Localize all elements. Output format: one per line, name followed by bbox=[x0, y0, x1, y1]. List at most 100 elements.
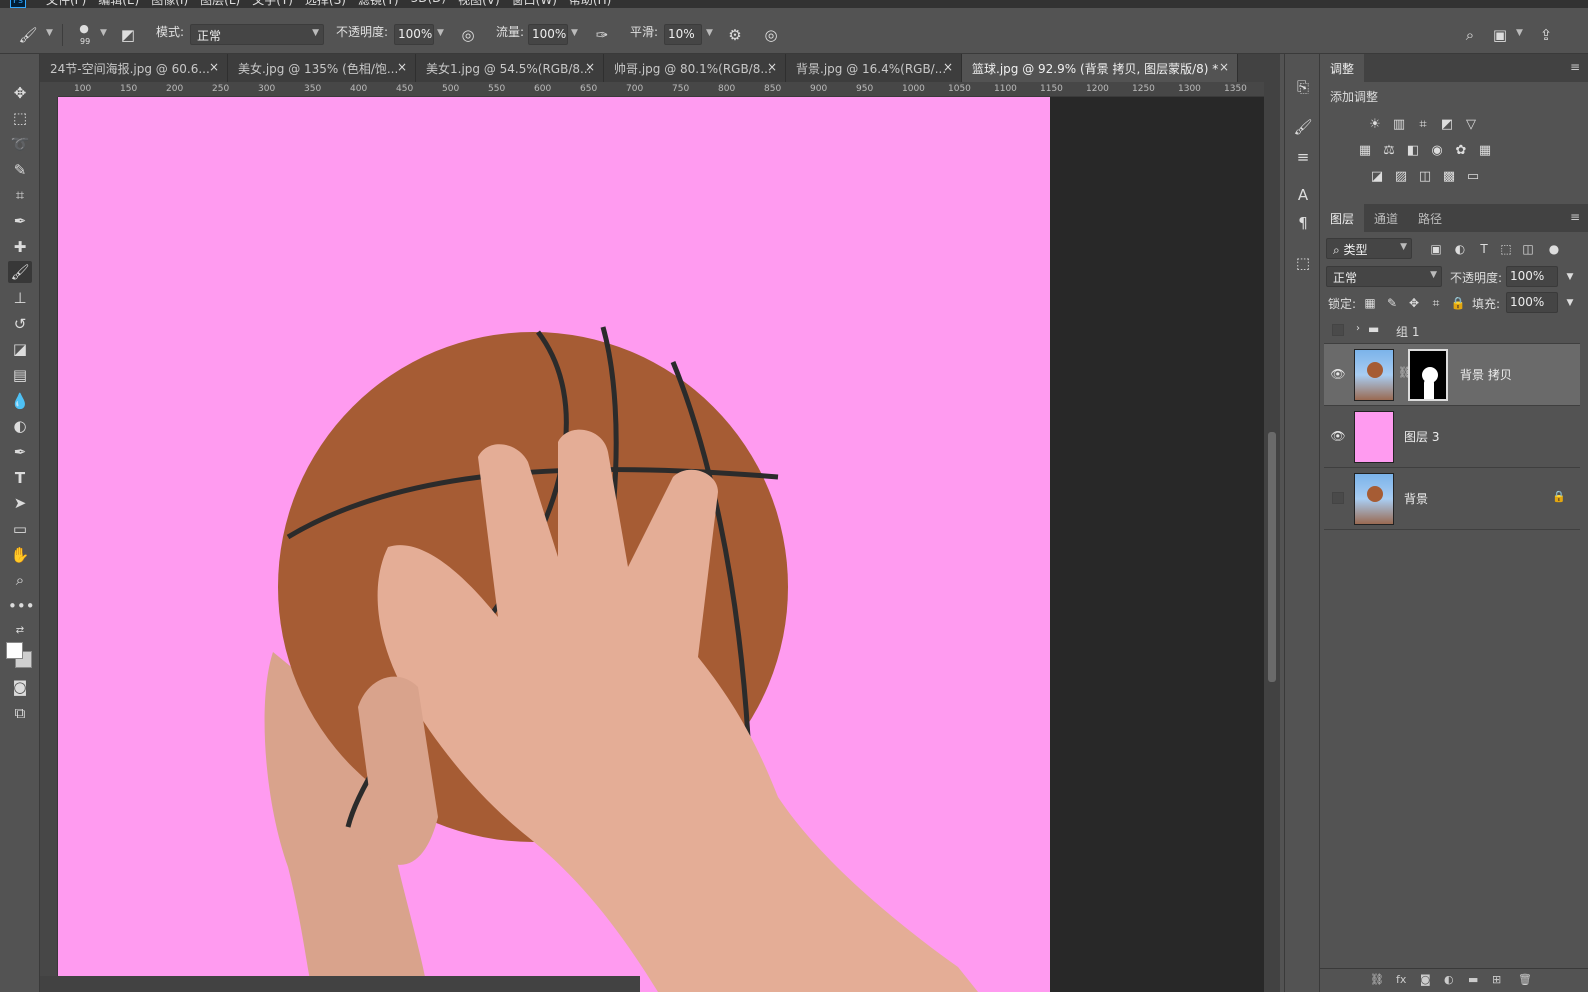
chevron-down-icon[interactable]: ▼ bbox=[437, 28, 444, 38]
link-layers-icon[interactable]: ⛓ bbox=[1370, 973, 1384, 986]
curves-icon[interactable]: ⌗ bbox=[1414, 116, 1432, 134]
vibrance-icon[interactable]: ▽ bbox=[1462, 116, 1480, 134]
new-adjustment-icon[interactable]: ◐ bbox=[1444, 973, 1454, 986]
eye-icon[interactable]: 👁 bbox=[1330, 428, 1346, 444]
share-icon[interactable]: ⇪ bbox=[1536, 25, 1556, 45]
filter-kind-select[interactable]: ⌕ 类型 ▼ bbox=[1326, 238, 1412, 259]
swap-colors-icon[interactable]: ⇄ bbox=[8, 620, 32, 642]
filter-type-icon[interactable]: T bbox=[1476, 241, 1492, 257]
horizontal-ruler[interactable]: 100 150 200 250 300 350 400 450 500 550 600 650 700 7… bbox=[58, 82, 1264, 97]
panel-menu-icon[interactable]: ≡ bbox=[1570, 210, 1580, 224]
pen-tool-icon[interactable]: ✒ bbox=[8, 441, 32, 463]
new-layer-icon[interactable]: ⊞ bbox=[1492, 973, 1501, 986]
layer-row-layer-3[interactable]: 👁 图层 3 bbox=[1324, 406, 1580, 468]
chevron-down-icon[interactable]: ▼ bbox=[46, 28, 53, 38]
vertical-scrollbar[interactable] bbox=[1264, 82, 1280, 992]
chevron-down-icon[interactable]: ▼ bbox=[100, 28, 107, 38]
airbrush-icon[interactable]: ✑ bbox=[592, 25, 612, 45]
close-icon[interactable]: × bbox=[209, 60, 219, 74]
tab-paths[interactable]: 路径 bbox=[1408, 204, 1452, 232]
properties-icon[interactable]: ≡ bbox=[1292, 146, 1314, 168]
tab-basketball[interactable]: 篮球.jpg @ 92.9% (背景 拷贝, 图层蒙版/8) * × bbox=[962, 54, 1238, 82]
tab-beauty[interactable]: 美女.jpg @ 135% (色相/饱... × bbox=[228, 54, 416, 82]
move-tool-icon[interactable]: ✥ bbox=[8, 82, 32, 104]
menu-type[interactable]: 文字(Y) bbox=[252, 0, 293, 8]
zoom-tool-icon[interactable]: ⌕ bbox=[8, 569, 32, 591]
threshold-icon[interactable]: ◫ bbox=[1416, 168, 1434, 186]
chevron-down-icon[interactable]: ▼ bbox=[1562, 269, 1578, 285]
gear-icon[interactable]: ⚙ bbox=[725, 25, 745, 45]
character-panel-icon[interactable]: A bbox=[1292, 184, 1314, 206]
brush-panel-toggle-icon[interactable]: ◩ bbox=[118, 25, 138, 45]
menu-file[interactable]: 文件(F) bbox=[46, 0, 86, 8]
document-canvas[interactable] bbox=[58, 97, 1264, 992]
close-icon[interactable]: × bbox=[943, 60, 953, 74]
tab-background[interactable]: 背景.jpg @ 16.4%(RGB/... × bbox=[786, 54, 962, 82]
more-tools-icon[interactable]: ••• bbox=[8, 595, 35, 617]
blur-tool-icon[interactable]: 💧 bbox=[8, 390, 32, 412]
menu-edit[interactable]: 编辑(E) bbox=[98, 0, 139, 8]
lock-all-icon[interactable]: 🔒 bbox=[1450, 295, 1466, 311]
flow-input[interactable]: 100% bbox=[528, 24, 568, 45]
chevron-down-icon[interactable]: ▼ bbox=[706, 28, 713, 38]
history-brush-tool-icon[interactable]: ↺ bbox=[8, 313, 32, 335]
chevron-down-icon[interactable]: ▼ bbox=[571, 28, 578, 38]
layer-mask-thumbnail[interactable] bbox=[1408, 349, 1448, 401]
trash-icon[interactable]: 🗑 bbox=[1518, 973, 1532, 986]
workspace-icon[interactable]: ▣ bbox=[1490, 25, 1510, 45]
crop-tool-icon[interactable]: ⌗ bbox=[8, 184, 32, 206]
photo-filter-icon[interactable]: ◉ bbox=[1428, 142, 1446, 160]
search-icon[interactable]: ⌕ bbox=[1460, 25, 1480, 45]
smoothing-input[interactable]: 10% bbox=[664, 24, 702, 45]
fx-icon[interactable]: fx bbox=[1396, 973, 1406, 986]
new-group-icon[interactable]: ▬ bbox=[1468, 973, 1478, 986]
tab-channels[interactable]: 通道 bbox=[1364, 204, 1408, 232]
rectangle-tool-icon[interactable]: ▭ bbox=[8, 518, 32, 540]
filter-pixel-icon[interactable]: ▣ bbox=[1428, 241, 1444, 257]
layer-row-background-copy[interactable]: 👁 ⛓ 背景 拷贝 bbox=[1324, 344, 1580, 406]
add-mask-icon[interactable]: ◙ bbox=[1420, 973, 1431, 986]
fill-input[interactable]: 100% bbox=[1506, 292, 1558, 313]
posterize-icon[interactable]: ▨ bbox=[1392, 168, 1410, 186]
filter-shape-icon[interactable]: ⬚ bbox=[1498, 241, 1514, 257]
menu-image[interactable]: 图像(I) bbox=[151, 0, 188, 8]
history-panel-icon[interactable]: ⎘ bbox=[1292, 76, 1314, 98]
hue-saturation-icon[interactable]: ▦ bbox=[1356, 142, 1374, 160]
marquee-tool-icon[interactable]: ⬚ bbox=[8, 107, 32, 129]
close-icon[interactable]: × bbox=[397, 60, 407, 74]
menu-layer[interactable]: 图层(L) bbox=[200, 0, 240, 8]
brush-tool-preset-icon[interactable]: 🖌 bbox=[18, 25, 38, 45]
scrollbar-thumb[interactable] bbox=[1268, 432, 1276, 682]
close-icon[interactable]: × bbox=[585, 60, 595, 74]
screen-mode-icon[interactable]: ⧉ bbox=[8, 702, 32, 724]
pressure-size-icon[interactable]: ◎ bbox=[761, 25, 781, 45]
blend-mode-select[interactable]: 正常 ▼ bbox=[1326, 266, 1442, 287]
brush-tool-icon[interactable]: 🖌 bbox=[8, 261, 32, 283]
tab-handsome[interactable]: 帅哥.jpg @ 80.1%(RGB/8... × bbox=[604, 54, 786, 82]
clone-stamp-tool-icon[interactable]: ⊥ bbox=[8, 287, 32, 309]
lock-artboard-icon[interactable]: ⌗ bbox=[1428, 295, 1444, 311]
visibility-toggle[interactable] bbox=[1332, 492, 1344, 504]
invert-icon[interactable]: ◪ bbox=[1368, 168, 1386, 186]
lock-pixels-icon[interactable]: ✎ bbox=[1384, 295, 1400, 311]
menu-filter[interactable]: 滤镜(T) bbox=[358, 0, 399, 8]
chevron-down-icon[interactable]: ▼ bbox=[1516, 28, 1523, 38]
menu-window[interactable]: 窗口(W) bbox=[512, 0, 557, 8]
filter-smart-object-icon[interactable]: ◫ bbox=[1520, 241, 1536, 257]
tab-poster[interactable]: 24节-空间海报.jpg @ 60.6... × bbox=[40, 54, 228, 82]
filter-toggle-icon[interactable]: ● bbox=[1546, 241, 1562, 257]
menu-3d[interactable]: 3D(D) bbox=[411, 0, 446, 8]
healing-brush-tool-icon[interactable]: ✚ bbox=[8, 236, 32, 258]
hand-tool-icon[interactable]: ✋ bbox=[8, 544, 32, 566]
chevron-down-icon[interactable]: ▼ bbox=[1562, 295, 1578, 311]
brightness-icon[interactable]: ☀ bbox=[1366, 116, 1384, 134]
color-balance-icon[interactable]: ⚖ bbox=[1380, 142, 1398, 160]
brush-tip-icon[interactable]: ● bbox=[74, 19, 94, 39]
close-icon[interactable]: × bbox=[1219, 60, 1229, 74]
layer-row-background[interactable]: 背景 🔒 bbox=[1324, 468, 1580, 530]
close-icon[interactable]: × bbox=[767, 60, 777, 74]
foreground-color-swatch[interactable] bbox=[6, 642, 23, 659]
eye-icon[interactable]: 👁 bbox=[1330, 366, 1346, 382]
exposure-icon[interactable]: ◩ bbox=[1438, 116, 1456, 134]
paragraph-panel-icon[interactable]: ¶ bbox=[1292, 212, 1314, 234]
